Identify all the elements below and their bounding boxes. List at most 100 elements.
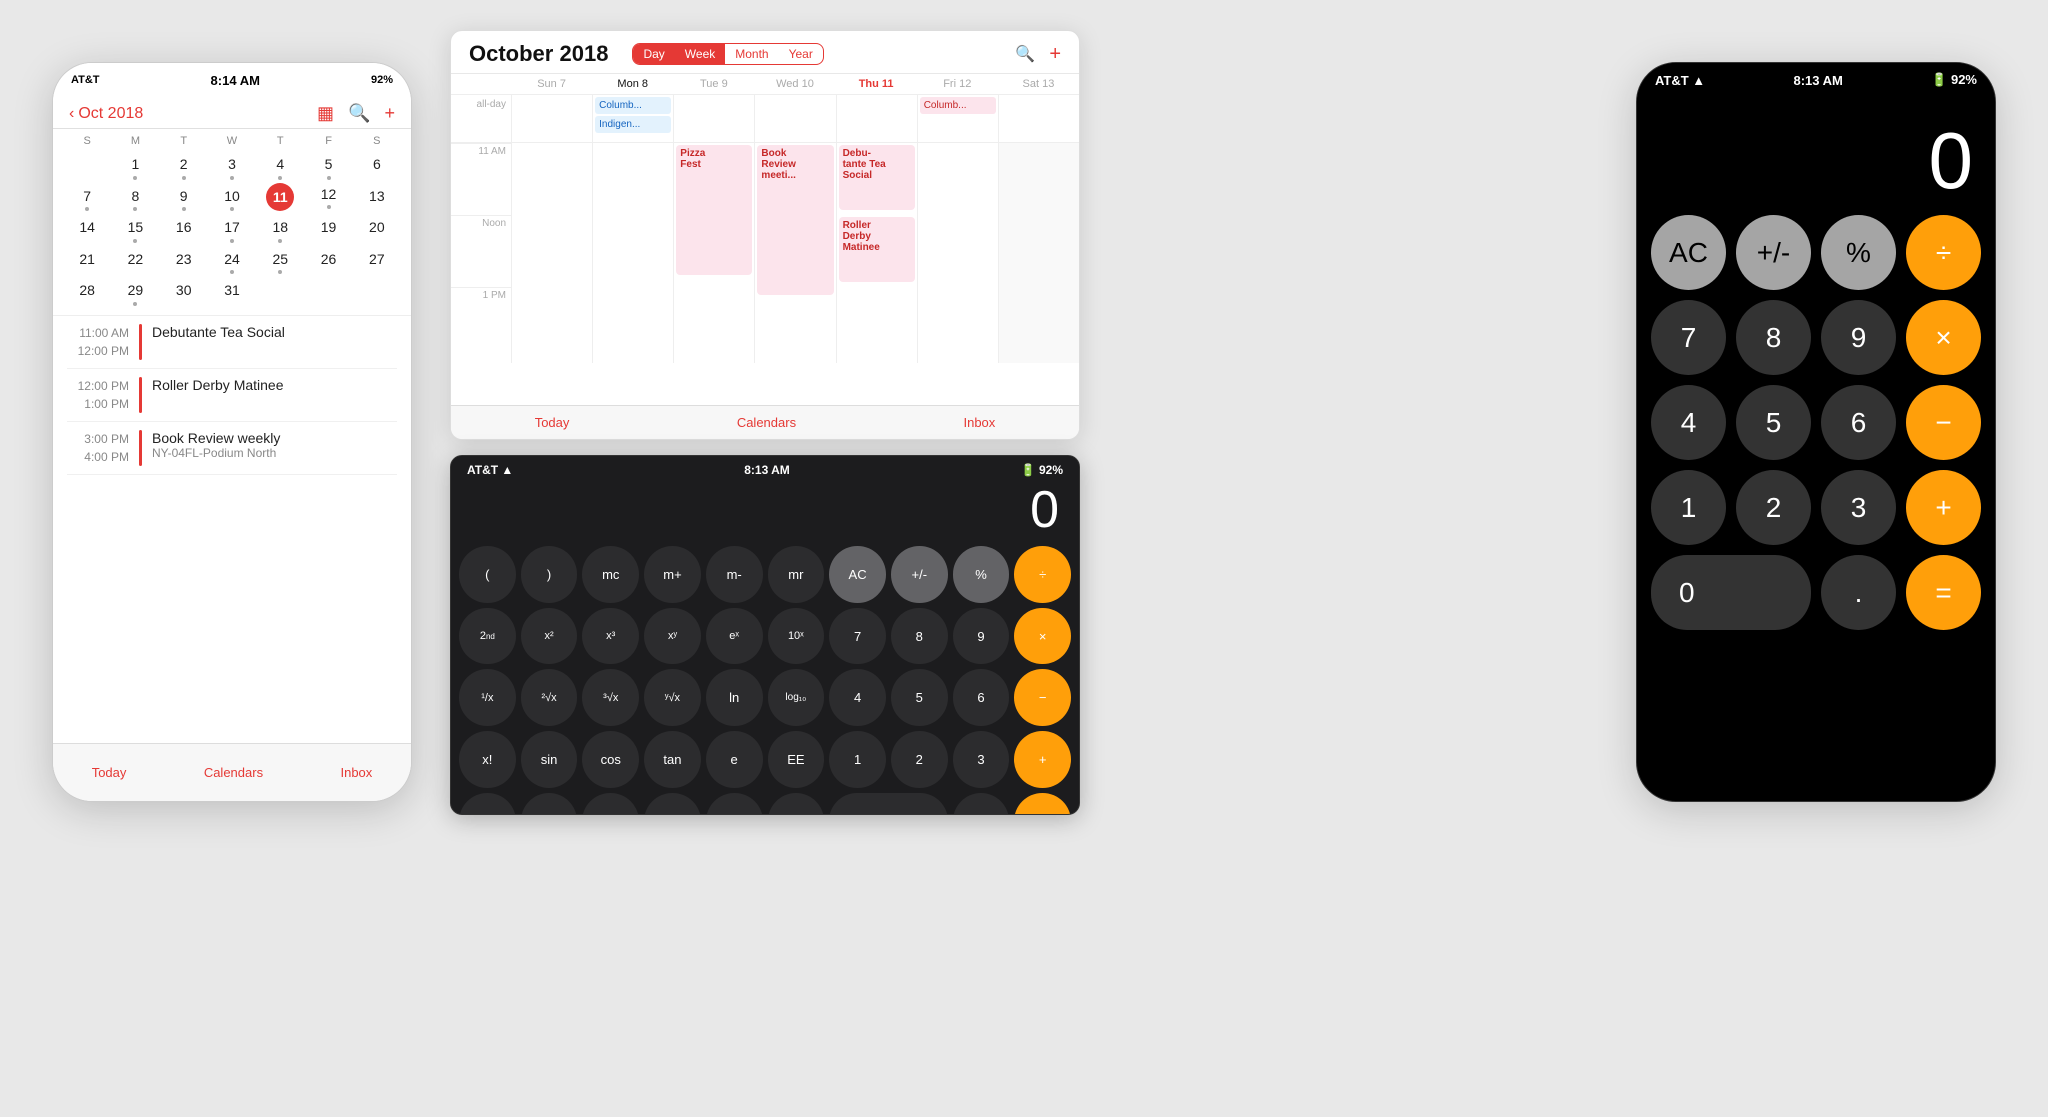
event-book-review: BookReviewmeeti... [757,145,833,295]
time-left: 8:14 AM [211,73,260,88]
ipad-btn-ee[interactable]: EE [768,731,825,788]
ipad-btn-1x[interactable]: ¹/x [459,669,516,726]
ipad-btn-4[interactable]: 4 [829,669,886,726]
ipad-btn-rad[interactable]: Rad [459,793,516,815]
ipad-btn-mminus[interactable]: m- [706,546,763,603]
ipad-btn-e[interactable]: e [706,731,763,788]
btn-4[interactable]: 4 [1651,385,1726,460]
btn-3[interactable]: 3 [1821,470,1896,545]
chevron-left-icon: ‹ [69,105,74,123]
btn-equals[interactable]: = [1906,555,1981,630]
wed-col: BookReviewmeeti... [754,143,835,363]
ipad-btn-sinh[interactable]: sinh [521,793,578,815]
view-week[interactable]: Week [675,44,725,64]
ipad-btn-sin[interactable]: sin [521,731,578,788]
ipad-btn-ln[interactable]: ln [706,669,763,726]
ipad-btn-sqrt3[interactable]: ³√x [582,669,639,726]
ipad-btn-mr[interactable]: mr [768,546,825,603]
ipad-btn-rand[interactable]: Rand [768,793,825,815]
ipad-btn-2[interactable]: 2 [891,731,948,788]
view-year[interactable]: Year [779,44,823,64]
ipad-btn-plusminus[interactable]: +/- [891,546,948,603]
nav-calendars[interactable]: Calendars [204,765,263,780]
btn-decimal[interactable]: . [1821,555,1896,630]
thu-col: Debu-tante TeaSocial RollerDerbyMatinee [836,143,917,363]
btn-subtract[interactable]: − [1906,385,1981,460]
ipad-btn-3[interactable]: 3 [953,731,1010,788]
btn-2[interactable]: 2 [1736,470,1811,545]
event-item-2[interactable]: 12:00 PM 1:00 PM Roller Derby Matinee [67,369,397,422]
btn-1[interactable]: 1 [1651,470,1726,545]
ipad-btn-mplus[interactable]: m+ [644,546,701,603]
ipad-btn-8[interactable]: 8 [891,608,948,665]
btn-5[interactable]: 5 [1736,385,1811,460]
ipad-nav-calendars[interactable]: Calendars [737,415,796,430]
ipad-btn-5[interactable]: 5 [891,669,948,726]
ipad-btn-tanh[interactable]: tanh [644,793,701,815]
back-button[interactable]: ‹ Oct 2018 [69,105,143,123]
btn-divide[interactable]: ÷ [1906,215,1981,290]
ipad-btn-2nd[interactable]: 2nd [459,608,516,665]
ipad-btn-rparen[interactable]: ) [521,546,578,603]
search-icon[interactable]: 🔍 [348,103,370,124]
ipad-nav-today[interactable]: Today [535,415,570,430]
ipad-btn-divide[interactable]: ÷ [1014,546,1071,603]
btn-percent[interactable]: % [1821,215,1896,290]
ipad-calculator: AT&T ▲ 8:13 AM 🔋 92% 0 ( ) mc m+ m- mr A… [450,455,1080,815]
btn-9[interactable]: 9 [1821,300,1896,375]
ipad-btn-9[interactable]: 9 [953,608,1010,665]
ipad-btn-7[interactable]: 7 [829,608,886,665]
ipad-btn-x3[interactable]: x³ [582,608,639,665]
ipad-btn-decimal[interactable]: . [953,793,1010,815]
ipad-btn-1[interactable]: 1 [829,731,886,788]
btn-multiply[interactable]: × [1906,300,1981,375]
nav-inbox[interactable]: Inbox [340,765,372,780]
week-row-5: 28 29 30 31 [63,277,401,307]
ipad-calc-number: 0 [1030,481,1059,539]
btn-add[interactable]: + [1906,470,1981,545]
ipad-btn-sqrt2[interactable]: ²√x [521,669,578,726]
btn-8[interactable]: 8 [1736,300,1811,375]
ipad-btn-zero[interactable]: 0 [829,793,947,815]
ipad-btn-sqrty[interactable]: ʸ√x [644,669,701,726]
back-label: Oct 2018 [78,105,143,123]
btn-ac[interactable]: AC [1651,215,1726,290]
view-day[interactable]: Day [633,44,674,64]
ipad-btn-subtract[interactable]: − [1014,669,1071,726]
view-buttons: Day Week Month Year [632,43,823,65]
ipad-btn-percent[interactable]: % [953,546,1010,603]
ipad-search-icon[interactable]: 🔍 [1015,44,1035,64]
event-item-3[interactable]: 3:00 PM 4:00 PM Book Review weekly NY-04… [67,422,397,475]
view-month[interactable]: Month [725,44,778,64]
ipad-btn-6[interactable]: 6 [953,669,1010,726]
ipad-btn-tan[interactable]: tan [644,731,701,788]
btn-7[interactable]: 7 [1651,300,1726,375]
ipad-nav-inbox[interactable]: Inbox [963,415,995,430]
ipad-btn-multiply[interactable]: × [1014,608,1071,665]
ipad-btn-ac[interactable]: AC [829,546,886,603]
btn-zero[interactable]: 0 [1651,555,1811,630]
nav-today[interactable]: Today [92,765,127,780]
btn-plusminus[interactable]: +/- [1736,215,1811,290]
btn-6[interactable]: 6 [1821,385,1896,460]
ipad-btn-x2[interactable]: x² [521,608,578,665]
status-bar-right: AT&T ▲ 8:13 AM 🔋 92% [1637,63,1995,97]
ipad-btn-cos[interactable]: cos [582,731,639,788]
add-icon[interactable]: + [384,103,395,124]
ipad-btn-add[interactable]: + [1014,731,1071,788]
ipad-btn-mc[interactable]: mc [582,546,639,603]
calendar-icon[interactable]: ▦ [317,103,334,124]
ipad-time-grid: 11 AM Noon 1 PM PizzaFest BookReviewmeet… [451,143,1079,363]
ipad-add-icon[interactable]: + [1049,43,1061,66]
ipad-btn-ex[interactable]: eˣ [706,608,763,665]
ipad-btn-factorial[interactable]: x! [459,731,516,788]
ipad-btn-cosh[interactable]: cosh [582,793,639,815]
event-columbus-mon: Columb... [595,97,671,114]
ipad-btn-xy[interactable]: xʸ [644,608,701,665]
ipad-btn-10x[interactable]: 10ˣ [768,608,825,665]
ipad-btn-lparen[interactable]: ( [459,546,516,603]
ipad-btn-log10[interactable]: log₁₀ [768,669,825,726]
ipad-btn-pi[interactable]: π [706,793,763,815]
ipad-btn-equals[interactable]: = [1014,793,1071,815]
event-item-1[interactable]: 11:00 AM 12:00 PM Debutante Tea Social [67,316,397,369]
